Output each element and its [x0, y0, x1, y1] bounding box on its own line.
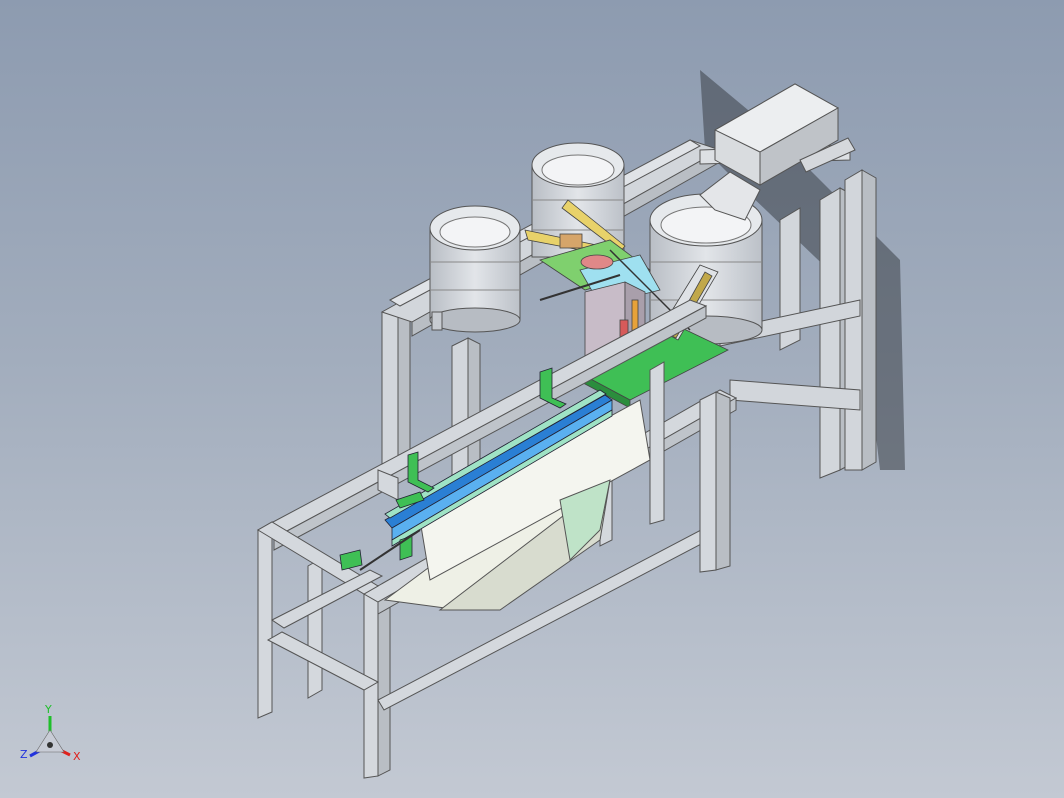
triad-z-label: Z	[20, 748, 28, 761]
cad-viewport[interactable]: Y X Z	[0, 0, 1064, 798]
triad-y-label: Y	[45, 703, 52, 716]
feeder-bowl-left[interactable]	[429, 205, 521, 333]
coordinate-triad	[29, 716, 71, 758]
assembly-model[interactable]	[0, 0, 1064, 798]
triad-x-label: X	[73, 750, 81, 763]
triad-cone	[35, 729, 65, 753]
